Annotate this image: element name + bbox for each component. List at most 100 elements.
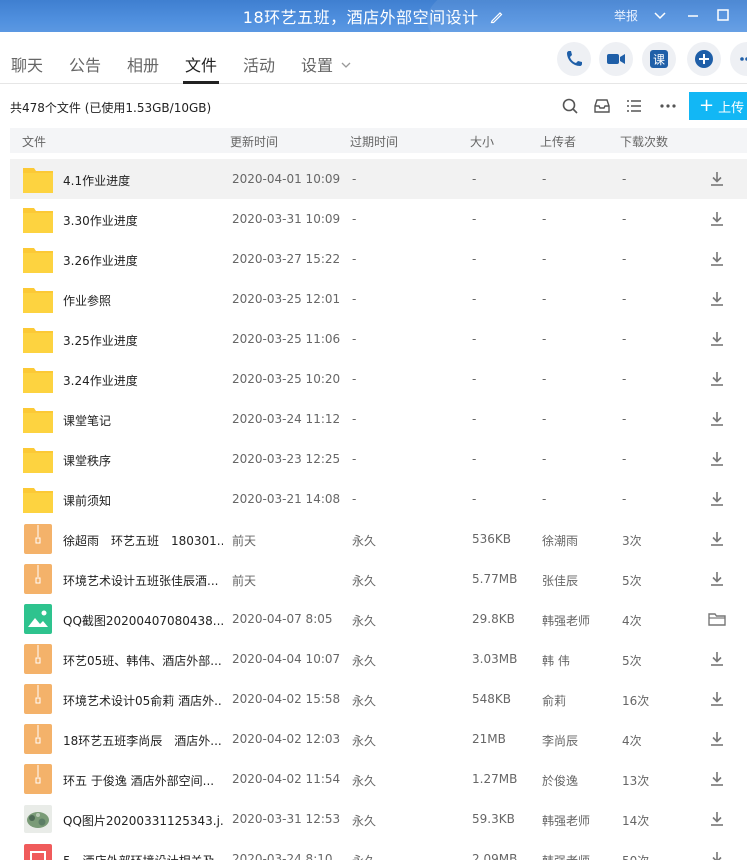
download-icon[interactable] [707, 409, 727, 429]
file-row[interactable]: 课堂笔记 2020-03-24 11:12- - - - [10, 399, 747, 439]
file-uploader: - [542, 292, 547, 306]
file-updated-time: 2020-03-24 11:12 [232, 412, 341, 426]
file-row[interactable]: QQ图片20200331125343.j... 2020-03-31 12:53 永… [10, 799, 747, 839]
video-icon[interactable] [599, 42, 633, 76]
file-row[interactable]: 环境艺术设计五班张佳辰酒... 前天 永久 5.77MB 张佳辰 5次 [10, 559, 747, 599]
file-row[interactable]: 课前须知 2020-03-21 14:08- - - - [10, 479, 747, 519]
file-name[interactable]: 18环艺五班李尚辰 酒店外... [63, 732, 223, 749]
file-size: - [472, 372, 477, 386]
download-icon[interactable] [707, 849, 727, 860]
phone-icon[interactable] [557, 42, 591, 76]
file-name[interactable]: 环境艺术设计五班张佳辰酒... [63, 572, 223, 589]
file-name[interactable]: 5、酒店外部环境设计相关及... [63, 852, 223, 860]
file-name[interactable]: 作业参照 [63, 292, 223, 309]
chevron-down-icon[interactable] [650, 5, 670, 25]
download-icon[interactable] [707, 489, 727, 509]
download-icon[interactable] [707, 809, 727, 829]
file-name[interactable]: 环艺05班、韩伟、酒店外部... [63, 652, 223, 669]
class-icon[interactable]: 课 [642, 42, 676, 76]
download-icon[interactable] [707, 169, 727, 189]
more-icon[interactable] [658, 96, 678, 116]
maximize-icon[interactable] [713, 5, 733, 25]
download-icon[interactable] [707, 449, 727, 469]
column-header-expire[interactable]: 过期时间 [350, 133, 398, 150]
storage-info: 共478个文件 (已使用1.53GB/10GB) [10, 101, 212, 115]
download-icon[interactable] [707, 569, 727, 589]
download-icon[interactable] [707, 689, 727, 709]
download-icon[interactable] [707, 329, 727, 349]
file-download-count: 50次 [622, 852, 649, 860]
download-icon[interactable] [707, 529, 727, 549]
list-view-icon[interactable] [624, 96, 644, 116]
search-icon[interactable] [560, 96, 580, 116]
file-name[interactable]: 3.30作业进度 [63, 212, 223, 229]
file-name[interactable]: 环五 于俊逸 酒店外部空间... [63, 772, 223, 789]
edit-icon[interactable] [490, 9, 504, 24]
report-link[interactable]: 举报 [614, 7, 638, 24]
file-row[interactable]: 3.26作业进度 2020-03-27 15:22- - - - [10, 239, 747, 279]
file-row[interactable]: 3.24作业进度 2020-03-25 10:20- - - - [10, 359, 747, 399]
upload-button[interactable]: + 上传 [689, 92, 747, 120]
download-icon[interactable] [707, 769, 727, 789]
title-bar: 18环艺五班，酒店外部空间设计 举报 [0, 0, 747, 32]
column-header-downloads[interactable]: 下载次数 [620, 133, 668, 150]
column-header-file[interactable]: 文件 [22, 133, 46, 150]
file-name[interactable]: 课前须知 [63, 492, 223, 509]
tab-activities[interactable]: 活动 [243, 52, 275, 76]
file-row[interactable]: 3.30作业进度 2020-03-31 10:09- - - - [10, 199, 747, 239]
file-updated-time: 2020-03-25 11:06 [232, 332, 341, 346]
active-tab-indicator [183, 81, 219, 84]
column-header-uploader[interactable]: 上传者 [540, 133, 576, 150]
file-expire: 永久 [352, 534, 377, 548]
file-name[interactable]: 环境艺术设计05俞莉 酒店外... [63, 692, 223, 709]
file-name[interactable]: 课堂秩序 [63, 452, 223, 469]
column-header-size[interactable]: 大小 [470, 133, 494, 150]
file-row[interactable]: 环五 于俊逸 酒店外部空间... 2020-04-02 11:54 永久 1.27MB… [10, 759, 747, 799]
download-icon[interactable] [707, 729, 727, 749]
open-folder-icon[interactable] [707, 609, 727, 629]
file-download-count: 13次 [622, 774, 650, 788]
file-name[interactable]: 3.25作业进度 [63, 332, 223, 349]
file-row[interactable]: 5、酒店外部环境设计相关及... 2020-03-24 8:10 永久 2.09MB 韩… [10, 839, 747, 860]
download-icon[interactable] [707, 649, 727, 669]
folder-icon [22, 244, 54, 274]
file-row[interactable]: 课堂秩序 2020-03-23 12:25- - - - [10, 439, 747, 479]
tab-settings[interactable]: 设置 [301, 52, 333, 76]
download-icon[interactable] [707, 209, 727, 229]
file-size: - [472, 492, 477, 506]
tab-album[interactable]: 相册 [127, 52, 159, 76]
tab-chat[interactable]: 聊天 [11, 52, 43, 76]
file-row[interactable]: 3.25作业进度 2020-03-25 11:06- - - - [10, 319, 747, 359]
file-row[interactable]: 作业参照 2020-03-25 12:01- - - - [10, 279, 747, 319]
file-row[interactable]: QQ截图20200407080438.... 2020-04-07 8:05 永久 2… [10, 599, 747, 639]
add-icon[interactable] [687, 42, 721, 76]
download-icon[interactable] [707, 249, 727, 269]
column-header-updated[interactable]: 更新时间 [230, 133, 278, 150]
file-download-count: - [622, 452, 627, 466]
file-name[interactable]: 3.26作业进度 [63, 252, 223, 269]
file-name[interactable]: 徐超雨 环艺五班 180301... [63, 532, 223, 549]
minimize-icon[interactable] [683, 5, 703, 25]
file-name[interactable]: QQ截图20200407080438.... [63, 612, 223, 629]
zip-file-icon [22, 724, 54, 754]
file-row[interactable]: 环艺05班、韩伟、酒店外部... 2020-04-04 10:07 永久 3.03MB… [10, 639, 747, 679]
file-name[interactable]: QQ图片20200331125343.j... [63, 812, 223, 829]
file-row[interactable]: 4.1作业进度 2020-04-01 10:09- - - - [10, 159, 747, 199]
download-icon[interactable] [707, 289, 727, 309]
file-row[interactable]: 徐超雨 环艺五班 180301... 前天 永久 536KB 徐潮雨 3次 [10, 519, 747, 559]
file-name[interactable]: 4.1作业进度 [63, 172, 223, 189]
file-row[interactable]: 环境艺术设计05俞莉 酒店外... 2020-04-02 15:58 永久 548KB… [10, 679, 747, 719]
file-row[interactable]: 18环艺五班李尚辰 酒店外... 2020-04-02 12:03 永久 21MB 李尚… [10, 719, 747, 759]
file-download-count: 5次 [622, 654, 642, 668]
tab-announcements[interactable]: 公告 [69, 52, 101, 76]
chevron-down-icon[interactable] [340, 56, 352, 68]
download-icon[interactable] [707, 369, 727, 389]
file-updated-time: 2020-04-07 8:05 [232, 612, 333, 626]
file-name[interactable]: 课堂笔记 [63, 412, 223, 429]
file-updated-time: 2020-03-27 15:22 [232, 252, 341, 266]
file-updated-time: 2020-03-25 12:01 [232, 292, 341, 306]
file-name[interactable]: 3.24作业进度 [63, 372, 223, 389]
more-icon[interactable] [730, 42, 747, 76]
tab-files[interactable]: 文件 [185, 52, 217, 76]
inbox-icon[interactable] [592, 96, 612, 116]
